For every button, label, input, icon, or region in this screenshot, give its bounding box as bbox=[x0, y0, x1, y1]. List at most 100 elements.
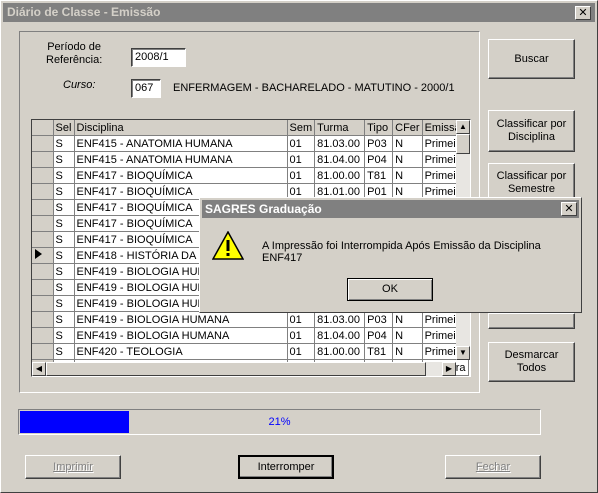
row-indicator[interactable] bbox=[32, 215, 54, 232]
grid-cell[interactable]: N bbox=[392, 167, 423, 184]
grid-cell[interactable]: N bbox=[392, 343, 423, 360]
row-indicator[interactable] bbox=[32, 263, 54, 280]
curso-label: Curso: bbox=[63, 79, 96, 91]
grid-cell[interactable]: N bbox=[392, 327, 423, 344]
grid-cell[interactable]: S bbox=[53, 279, 75, 296]
grid-cell[interactable]: S bbox=[53, 135, 75, 152]
grid-header-cell[interactable]: Disciplina bbox=[74, 120, 288, 136]
grid-header-cell[interactable]: Sel bbox=[53, 120, 75, 136]
row-indicator[interactable] bbox=[32, 279, 54, 296]
table-row[interactable]: S ENF417 - BIOQUÍMICA 01 81.00.00 T81 N Primei… bbox=[32, 167, 469, 184]
dialog-title-bar: SAGRES Graduação bbox=[202, 200, 579, 218]
row-indicator[interactable] bbox=[32, 343, 54, 360]
grid-cell[interactable]: S bbox=[53, 199, 75, 216]
desmarcar-todos-button[interactable]: Desmarcar Todos bbox=[488, 342, 575, 382]
scroll-up-arrow-icon[interactable]: ▲ bbox=[456, 120, 470, 134]
curso-code-field[interactable]: 067 bbox=[131, 79, 161, 98]
grid-cell[interactable]: S bbox=[53, 311, 75, 328]
grid-cell[interactable]: 81.04.00 bbox=[314, 151, 366, 168]
curso-name: ENFERMAGEM - BACHARELADO - MATUTINO - 20… bbox=[173, 82, 455, 94]
interromper-button[interactable]: Interromper bbox=[238, 455, 334, 479]
progress-bar: 21% bbox=[18, 409, 541, 435]
table-row[interactable]: S ENF415 - ANATOMIA HUMANA 01 81.04.00 P04 N P… bbox=[32, 151, 469, 168]
row-indicator[interactable] bbox=[32, 327, 54, 344]
grid-cell[interactable]: S bbox=[53, 247, 75, 264]
grid-cell[interactable]: S bbox=[53, 167, 75, 184]
grid-cell[interactable]: P04 bbox=[364, 151, 394, 168]
h-scroll-thumb[interactable] bbox=[46, 362, 426, 376]
table-row[interactable]: S ENF415 - ANATOMIA HUMANA 01 81.03.00 P03 N P… bbox=[32, 135, 469, 152]
progress-label: 21% bbox=[268, 416, 291, 428]
message-dialog: SAGRES Graduação ✕ A Impressão foi Inter… bbox=[199, 197, 582, 313]
grid-header-cell[interactable]: Tipo bbox=[364, 120, 394, 136]
grid-cell[interactable]: P03 bbox=[364, 135, 394, 152]
grid-cell[interactable]: S bbox=[53, 151, 75, 168]
row-indicator[interactable] bbox=[32, 247, 54, 264]
dialog-message: A Impressão foi Interrompida Após Emissã… bbox=[262, 240, 541, 264]
grid-cell[interactable]: T81 bbox=[364, 343, 394, 360]
window-close-button[interactable]: ✕ bbox=[575, 6, 591, 20]
grid-cell[interactable]: S bbox=[53, 231, 75, 248]
grid-cell[interactable]: 01 bbox=[287, 343, 316, 360]
grid-cell[interactable]: 01 bbox=[287, 135, 316, 152]
scroll-thumb[interactable] bbox=[456, 134, 470, 154]
grid-cell[interactable]: T81 bbox=[364, 167, 394, 184]
row-indicator[interactable] bbox=[32, 295, 54, 312]
grid-cell[interactable]: S bbox=[53, 263, 75, 280]
imprimir-button[interactable]: Imprimir bbox=[25, 455, 121, 479]
buscar-button[interactable]: Buscar bbox=[488, 39, 575, 79]
grid-cell[interactable]: P03 bbox=[364, 311, 394, 328]
dialog-close-button[interactable]: ✕ bbox=[561, 202, 577, 216]
grid-cell[interactable]: 01 bbox=[287, 151, 316, 168]
grid-cell[interactable]: 81.03.00 bbox=[314, 311, 366, 328]
title-bar: Diário de Classe - Emissão bbox=[3, 3, 595, 22]
grid-cell[interactable]: 81.00.00 bbox=[314, 167, 366, 184]
periodo-field[interactable]: 2008/1 bbox=[131, 48, 186, 67]
table-row[interactable]: S ENF419 - BIOLOGIA HUMANA 01 81.04.00 P04 N P… bbox=[32, 327, 469, 344]
grid-cell[interactable]: N bbox=[392, 151, 423, 168]
ok-button[interactable]: OK bbox=[347, 278, 433, 301]
classificar-disciplina-button[interactable]: Classificar por Disciplina bbox=[488, 110, 575, 152]
grid-cell[interactable]: 01 bbox=[287, 327, 316, 344]
row-indicator[interactable] bbox=[32, 135, 54, 152]
grid-cell[interactable]: S bbox=[53, 183, 75, 200]
grid-header-cell[interactable]: CFer bbox=[392, 120, 423, 136]
grid-cell[interactable]: ENF415 - ANATOMIA HUMANA bbox=[74, 135, 288, 152]
grid-cell[interactable]: ENF417 - BIOQUÍMICA bbox=[74, 167, 288, 184]
grid-cell[interactable]: 01 bbox=[287, 311, 316, 328]
grid-cell[interactable]: N bbox=[392, 311, 423, 328]
current-row-arrow-icon bbox=[35, 249, 42, 259]
grid-cell[interactable]: S bbox=[53, 327, 75, 344]
grid-cell[interactable]: N bbox=[392, 135, 423, 152]
grid-cell[interactable]: S bbox=[53, 343, 75, 360]
grid-header-cell[interactable]: Turma bbox=[314, 120, 366, 136]
scroll-right-arrow-icon[interactable]: ▶ bbox=[442, 362, 456, 376]
grid-cell[interactable]: 81.03.00 bbox=[314, 135, 366, 152]
grid-header-cell[interactable]: Sem bbox=[287, 120, 316, 136]
grid-cell[interactable]: ENF419 - BIOLOGIA HUMANA bbox=[74, 327, 288, 344]
table-row[interactable]: S ENF419 - BIOLOGIA HUMANA 01 81.03.00 P03 N P… bbox=[32, 311, 469, 328]
scroll-left-arrow-icon[interactable]: ◀ bbox=[32, 362, 46, 376]
grid-header-cell[interactable] bbox=[32, 120, 54, 136]
grid-cell[interactable]: S bbox=[53, 215, 75, 232]
periodo-label: Período de Referência: bbox=[46, 41, 103, 66]
row-indicator[interactable] bbox=[32, 199, 54, 216]
row-indicator[interactable] bbox=[32, 311, 54, 328]
hidden-button[interactable] bbox=[488, 313, 575, 329]
row-indicator[interactable] bbox=[32, 151, 54, 168]
grid-cell[interactable]: S bbox=[53, 295, 75, 312]
grid-cell[interactable]: ENF419 - BIOLOGIA HUMANA bbox=[74, 311, 288, 328]
row-indicator[interactable] bbox=[32, 167, 54, 184]
row-indicator[interactable] bbox=[32, 231, 54, 248]
row-indicator[interactable] bbox=[32, 183, 54, 200]
grid-cell[interactable]: ENF415 - ANATOMIA HUMANA bbox=[74, 151, 288, 168]
scroll-down-arrow-icon[interactable]: ▼ bbox=[456, 346, 470, 360]
grid-horizontal-scrollbar[interactable]: ◀ ▶ bbox=[32, 362, 456, 376]
grid-cell[interactable]: 81.00.00 bbox=[314, 343, 366, 360]
grid-cell[interactable]: 81.04.00 bbox=[314, 327, 366, 344]
grid-cell[interactable]: P04 bbox=[364, 327, 394, 344]
grid-cell[interactable]: ENF420 - TEOLOGIA bbox=[74, 343, 288, 360]
table-row[interactable]: S ENF420 - TEOLOGIA 01 81.00.00 T81 N Primeira bbox=[32, 343, 469, 360]
fechar-button[interactable]: Fechar bbox=[445, 455, 541, 479]
grid-cell[interactable]: 01 bbox=[287, 167, 316, 184]
